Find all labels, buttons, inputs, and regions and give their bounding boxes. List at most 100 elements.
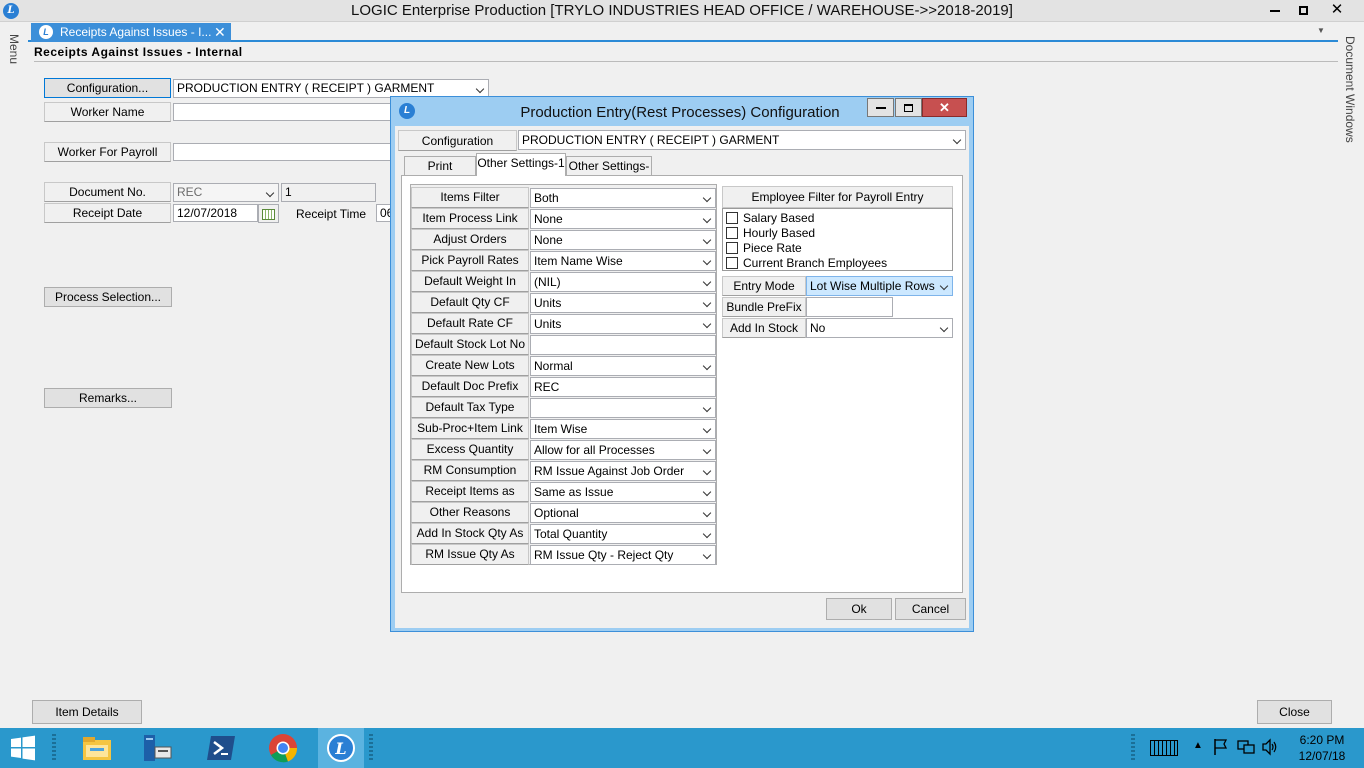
setting-label: Excess Quantity (411, 439, 529, 460)
minimize-icon (1270, 9, 1280, 12)
checkbox[interactable] (726, 257, 738, 269)
item-details-button[interactable]: Item Details (32, 700, 142, 724)
worker-name-input[interactable] (173, 103, 393, 121)
tab-close-icon[interactable]: ✕ (214, 23, 226, 42)
bundle-prefix-input[interactable] (806, 297, 893, 317)
setting-select[interactable]: Same as Issue (530, 482, 716, 502)
setting-label: Default Stock Lot No (411, 334, 529, 355)
tab-print-settings[interactable]: Print Settings (404, 156, 476, 192)
worker-name-label: Worker Name (44, 102, 171, 122)
tab-other-settings-2[interactable]: Other Settings-2 (566, 156, 652, 192)
employee-filter-option[interactable]: Piece Rate (726, 241, 946, 255)
server-manager-icon[interactable] (140, 732, 174, 764)
setting-label: Default Doc Prefix (411, 376, 529, 397)
tab-dropdown-icon[interactable]: ▼ (1317, 26, 1325, 35)
process-selection-button[interactable]: Process Selection... (44, 287, 172, 307)
tab-other-settings-1[interactable]: Other Settings-1 (476, 153, 566, 176)
minimize-icon (875, 106, 886, 109)
setting-label: Default Qty CF (411, 292, 529, 313)
menu-strip[interactable] (0, 22, 26, 728)
setting-label: Adjust Orders (411, 229, 529, 250)
volume-icon[interactable] (1261, 738, 1279, 759)
setting-select[interactable]: Both (530, 188, 716, 208)
windows-start-icon[interactable] (8, 733, 40, 763)
setting-label: Item Process Link (411, 208, 529, 229)
setting-select[interactable]: Total Quantity (530, 524, 716, 544)
setting-label: Items Filter (411, 187, 529, 208)
setting-select[interactable] (530, 398, 716, 418)
calendar-icon (262, 209, 275, 220)
ok-button[interactable]: Ok (826, 598, 892, 620)
close-window-button[interactable]: ✕ (1321, 0, 1353, 20)
setting-select[interactable]: RM Issue Qty - Reject Qty (530, 545, 716, 565)
add-in-stock-select[interactable]: No (806, 318, 953, 338)
setting-select[interactable]: Allow for all Processes (530, 440, 716, 460)
logic-taskbar-button[interactable]: L (318, 728, 364, 768)
employee-filter-option[interactable]: Hourly Based (726, 226, 946, 240)
entry-mode-label: Entry Mode (722, 276, 806, 296)
calendar-button[interactable] (258, 204, 279, 223)
setting-input[interactable]: REC (530, 377, 716, 397)
file-explorer-icon[interactable] (80, 732, 114, 764)
action-center-flag-icon[interactable] (1213, 738, 1229, 759)
powershell-icon[interactable] (204, 732, 238, 764)
cancel-button[interactable]: Cancel (895, 598, 966, 620)
document-no-label: Document No. (44, 182, 171, 202)
close-icon: ✕ (1330, 1, 1344, 18)
dialog-configuration-select[interactable]: PRODUCTION ENTRY ( RECEIPT ) GARMENT (518, 130, 966, 150)
configuration-button[interactable]: Configuration... (44, 78, 171, 98)
document-number-input[interactable]: 1 (281, 183, 376, 202)
maximize-icon (904, 103, 913, 112)
receipt-date-input[interactable]: 12/07/2018 (173, 204, 258, 222)
worker-for-payroll-input[interactable] (173, 143, 393, 161)
checkbox[interactable] (726, 242, 738, 254)
dialog-close-button[interactable]: ✕ (922, 98, 967, 117)
close-button[interactable]: Close (1257, 700, 1332, 724)
document-windows-label[interactable]: Document Windows (1343, 36, 1357, 143)
setting-select[interactable]: Item Wise (530, 419, 716, 439)
setting-input[interactable] (530, 335, 716, 355)
setting-select[interactable]: Units (530, 314, 716, 334)
setting-label: Default Weight In (411, 271, 529, 292)
bundle-prefix-label: Bundle PreFix (722, 297, 806, 317)
receipt-date-label: Receipt Date (44, 203, 171, 223)
checkbox-label: Salary Based (743, 211, 815, 225)
keyboard-icon[interactable] (1150, 740, 1178, 756)
taskbar-grip (369, 734, 373, 762)
dialog-minimize-button[interactable] (867, 98, 894, 117)
chrome-icon[interactable] (266, 732, 300, 764)
setting-label: Default Tax Type (411, 397, 529, 418)
setting-label: Pick Payroll Rates (411, 250, 529, 271)
employee-filter-option[interactable]: Salary Based (726, 211, 946, 225)
add-in-stock-label: Add In Stock (722, 318, 806, 338)
receipt-time-label: Receipt Time (296, 207, 367, 221)
worker-for-payroll-label: Worker For Payroll (44, 142, 171, 162)
setting-select[interactable]: (NIL) (530, 272, 716, 292)
dialog-logo-icon: L (399, 103, 415, 119)
setting-select[interactable]: Item Name Wise (530, 251, 716, 271)
setting-select[interactable]: Normal (530, 356, 716, 376)
taskbar-clock[interactable]: 6:20 PM 12/07/18 (1282, 732, 1362, 764)
show-hidden-icons-icon[interactable]: ▲ (1193, 740, 1203, 751)
menu-label[interactable]: Menu (7, 34, 21, 64)
setting-label: Other Reasons (411, 502, 529, 523)
clock-date: 12/07/18 (1298, 749, 1346, 763)
setting-select[interactable]: Units (530, 293, 716, 313)
checkbox[interactable] (726, 212, 738, 224)
employee-filter-option[interactable]: Current Branch Employees (726, 256, 946, 270)
dialog-maximize-button[interactable] (895, 98, 922, 117)
app-title: LOGIC Enterprise Production [TRYLO INDUS… (351, 2, 1013, 19)
setting-select[interactable]: None (530, 230, 716, 250)
svg-text:L: L (334, 739, 346, 758)
setting-select[interactable]: Optional (530, 503, 716, 523)
document-prefix-select[interactable]: REC (173, 183, 279, 202)
document-tab[interactable]: L Receipts Against Issues - I... ✕ (31, 23, 231, 42)
setting-label: Add In Stock Qty As (411, 523, 529, 544)
restore-button[interactable] (1287, 0, 1319, 20)
setting-select[interactable]: RM Issue Against Job Order (530, 461, 716, 481)
remarks-button[interactable]: Remarks... (44, 388, 172, 408)
network-icon[interactable] (1237, 738, 1255, 759)
setting-select[interactable]: None (530, 209, 716, 229)
entry-mode-select[interactable]: Lot Wise Multiple Rows (806, 276, 953, 296)
checkbox[interactable] (726, 227, 738, 239)
